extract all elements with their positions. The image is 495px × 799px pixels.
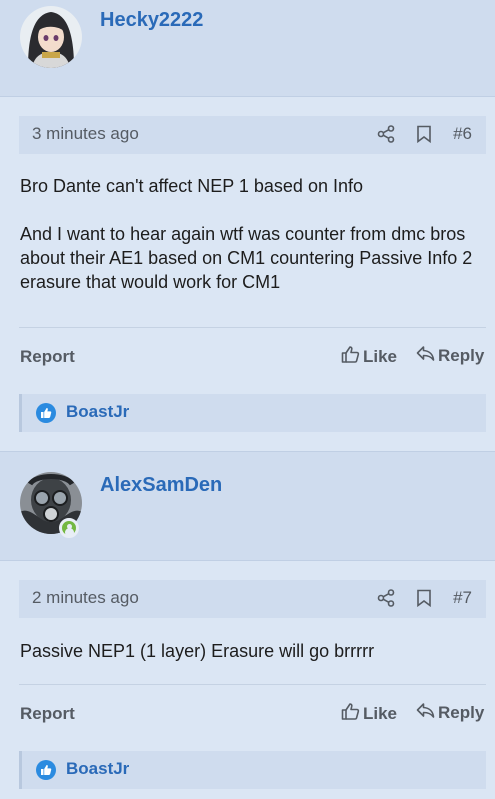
like-reaction-icon [36, 403, 56, 423]
post-6-meta-bar: 3 minutes ago #6 [19, 116, 486, 154]
post-paragraph: Bro Dante can't affect NEP 1 based on In… [20, 176, 363, 196]
post-6-reactions: BoastJr [19, 394, 486, 432]
like-label: Like [363, 704, 398, 723]
reply-icon [416, 345, 435, 367]
reaction-user-link[interactable]: BoastJr [66, 402, 129, 422]
post-body: Bro Dante can't affect NEP 1 based on In… [20, 174, 480, 294]
like-button[interactable]: Like [341, 345, 397, 369]
report-button[interactable]: Report [20, 347, 75, 367]
reply-label: Reply [438, 703, 485, 722]
bookmark-icon[interactable] [416, 589, 432, 612]
post-7-actions: Report Like Reply [0, 700, 495, 730]
user-avatar[interactable] [20, 6, 82, 68]
reply-label: Reply [438, 346, 485, 365]
post-paragraph: And I want to hear again wtf was counter… [20, 224, 473, 292]
post-number[interactable]: #6 [453, 124, 472, 144]
thumbs-up-icon [341, 702, 360, 726]
divider [19, 684, 486, 685]
post-paragraph: Passive NEP1 (1 layer) Erasure will go b… [20, 641, 375, 661]
share-icon[interactable] [377, 589, 395, 612]
like-label: Like [363, 347, 398, 366]
divider [19, 327, 486, 328]
username[interactable]: AlexSamDen [100, 474, 222, 497]
post-time[interactable]: 3 minutes ago [32, 124, 139, 144]
username[interactable]: Hecky2222 [100, 9, 203, 32]
reply-button[interactable]: Reply [416, 702, 484, 724]
post-7-reactions: BoastJr [19, 751, 486, 789]
like-button[interactable]: Like [341, 702, 397, 726]
post-number[interactable]: #7 [453, 588, 472, 608]
post-6-user-header: Hecky2222 [0, 0, 495, 97]
reaction-user-link[interactable]: BoastJr [66, 759, 129, 779]
like-reaction-icon [36, 760, 56, 780]
thumbs-up-icon [341, 345, 360, 369]
online-status-icon [59, 518, 79, 538]
post-time[interactable]: 2 minutes ago [32, 588, 139, 608]
report-button[interactable]: Report [20, 704, 75, 724]
post-7-meta-bar: 2 minutes ago #7 [19, 580, 486, 618]
post-6-actions: Report Like Reply [0, 343, 495, 373]
bookmark-icon[interactable] [416, 125, 432, 148]
reply-icon [416, 702, 435, 724]
post-body: Passive NEP1 (1 layer) Erasure will go b… [20, 639, 480, 663]
post-7-user-header: AlexSamDen [0, 451, 495, 561]
share-icon[interactable] [377, 125, 395, 148]
reply-button[interactable]: Reply [416, 345, 484, 367]
